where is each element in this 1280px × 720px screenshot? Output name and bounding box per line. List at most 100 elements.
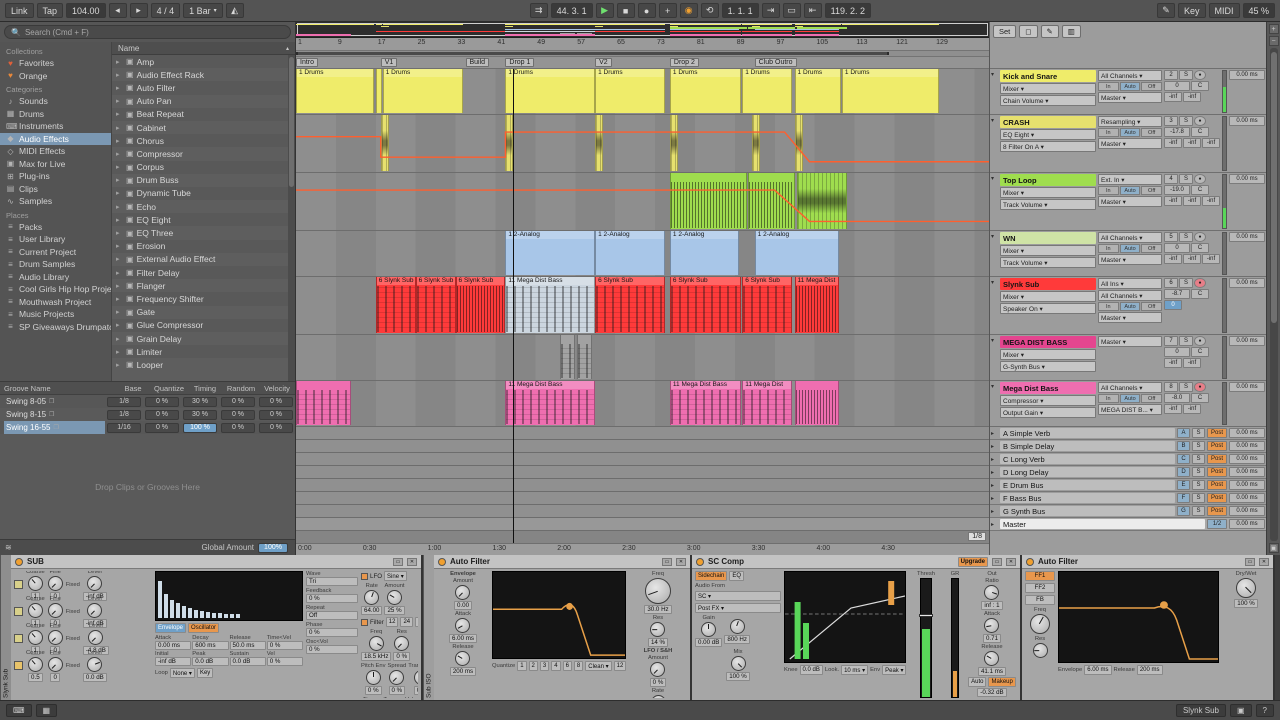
disclosure-icon[interactable]: ▸ bbox=[116, 110, 123, 118]
sidebar-item-audio-library[interactable]: ≡ Audio Library bbox=[0, 271, 111, 284]
knob[interactable] bbox=[47, 602, 63, 618]
clip-crash-4[interactable] bbox=[752, 115, 760, 171]
device-on-toggle[interactable] bbox=[438, 557, 446, 566]
return-delay-field[interactable]: 0.00 ms bbox=[1229, 467, 1265, 477]
disclosure-icon[interactable]: ▸ bbox=[116, 229, 123, 237]
automation-param-chooser[interactable]: Track Volume ▾ bbox=[1000, 257, 1096, 268]
cue-out-chooser[interactable]: 1/2 bbox=[1207, 519, 1227, 529]
lane-b-simple-delay[interactable] bbox=[296, 440, 989, 453]
knob[interactable] bbox=[365, 670, 381, 685]
disclosure-icon[interactable]: ▸ bbox=[116, 282, 123, 290]
return-track-e-drum-bus[interactable]: ▸ E Drum Bus E S Post 0.00 ms bbox=[990, 479, 1266, 492]
automation-device-chooser[interactable]: Mixer ▾ bbox=[1000, 83, 1096, 94]
quantize-2[interactable]: 2 bbox=[528, 661, 538, 671]
tab-sidechain[interactable]: Sidechain bbox=[695, 571, 728, 581]
key-map-button[interactable]: Key bbox=[1177, 3, 1206, 18]
volume-field[interactable]: 0 bbox=[1164, 243, 1190, 253]
lane-mega-dist-bass[interactable]: 11 Mega Dist Bass 11 Mega Dist Bass 11 Meg… bbox=[296, 381, 989, 427]
param-ratio[interactable]: Ratio inf : 1 bbox=[981, 578, 1003, 610]
track-name[interactable]: WN bbox=[1000, 232, 1096, 244]
tab-eq[interactable]: EQ bbox=[729, 571, 745, 581]
midi-map-button[interactable]: MIDI bbox=[1208, 3, 1240, 18]
sidebar-item-plug-ins[interactable]: ⊞ Plug-ins bbox=[0, 170, 111, 183]
browser-scrollbar[interactable] bbox=[288, 55, 295, 381]
disclosure-icon[interactable]: ▸ bbox=[116, 216, 123, 224]
fixed-toggle[interactable]: Fixed bbox=[66, 582, 80, 588]
envelope-chooser[interactable]: Peak ▾ bbox=[882, 665, 906, 675]
disclosure-icon[interactable]: ▸ bbox=[116, 97, 123, 105]
lane-f-bass-bus[interactable] bbox=[296, 492, 989, 505]
send-field[interactable]: -inf bbox=[1164, 254, 1182, 264]
send-field[interactable]: -inf bbox=[1183, 254, 1201, 264]
monitor-off[interactable]: Off bbox=[1141, 244, 1162, 253]
play-button[interactable]: ▶ bbox=[595, 3, 614, 18]
device-on-toggle[interactable] bbox=[1026, 557, 1034, 566]
osc-phase[interactable]: Phase 0 % bbox=[306, 622, 358, 637]
pan-field[interactable]: C bbox=[1191, 393, 1209, 403]
return-letter[interactable]: E bbox=[1177, 480, 1190, 490]
input-chooser[interactable]: All Channels ▾ bbox=[1098, 232, 1162, 243]
volume-field[interactable]: -17.8 bbox=[1164, 127, 1190, 137]
fold-device-icon[interactable]: ▭ bbox=[393, 557, 403, 566]
volume-field[interactable]: 0 bbox=[1164, 81, 1190, 91]
browser-item-beat-repeat[interactable]: ▸ ▣ Beat Repeat bbox=[112, 107, 295, 121]
tempo-field[interactable]: 104.00 bbox=[66, 3, 106, 18]
disclosure-icon[interactable]: ▸ bbox=[116, 189, 123, 197]
pan-field[interactable]: C bbox=[1191, 347, 1209, 357]
locator-v1[interactable]: V1 bbox=[380, 58, 398, 67]
solo-button[interactable]: S bbox=[1179, 232, 1193, 242]
quantize-6[interactable]: 6 bbox=[562, 661, 572, 671]
quantize-1[interactable]: 1 bbox=[517, 661, 527, 671]
disclosure-icon[interactable]: ▸ bbox=[116, 124, 123, 132]
monitor-auto[interactable]: Auto bbox=[1119, 82, 1141, 91]
automation-param-chooser[interactable]: G-Synth Bus ▾ bbox=[1000, 361, 1096, 372]
send-field[interactable]: -inf bbox=[1164, 196, 1182, 206]
output-gain-field[interactable]: -0.32 dB bbox=[977, 688, 1007, 697]
link-button[interactable]: Link bbox=[5, 3, 34, 18]
input-chooser[interactable]: All Channels ▾ bbox=[1098, 382, 1162, 393]
filter-type-fb[interactable]: FB bbox=[1025, 595, 1055, 605]
post-toggle[interactable]: Post bbox=[1207, 428, 1227, 438]
monitor-auto[interactable]: Auto bbox=[1119, 186, 1141, 195]
param-freq[interactable]: Freq 30.0 Hz bbox=[644, 571, 672, 614]
return-name[interactable]: A Simple Verb bbox=[1000, 428, 1175, 438]
groove-random-field[interactable]: 0 % bbox=[221, 396, 255, 407]
groove-quantize-field[interactable]: 0 % bbox=[145, 409, 179, 420]
param-pitch-env[interactable]: Pitch Env 0 % bbox=[361, 663, 386, 695]
browser-item-auto-pan[interactable]: ▸ ▣ Auto Pan bbox=[112, 95, 295, 108]
clip-kick-and-snare-1[interactable] bbox=[375, 69, 383, 113]
output-chooser[interactable]: Master ▾ bbox=[1098, 196, 1162, 207]
fold-icon[interactable]: ▾ bbox=[991, 336, 998, 379]
search-input[interactable]: 🔍 Search (Cmd + F) bbox=[4, 25, 291, 39]
clip-1-drums-5[interactable]: 1 Drums bbox=[669, 69, 742, 113]
track-delay-field[interactable]: 0.00 ms bbox=[1229, 278, 1265, 288]
sidechain-tap-chooser[interactable]: Post FX ▾ bbox=[695, 603, 781, 613]
knob[interactable] bbox=[644, 578, 671, 604]
send-field[interactable]: -inf bbox=[1202, 196, 1220, 206]
post-toggle[interactable]: Post bbox=[1207, 467, 1227, 477]
overdub-button[interactable]: + bbox=[658, 3, 677, 18]
groove-velocity-field[interactable]: 0 % bbox=[259, 409, 293, 420]
browser-item-looper[interactable]: ▸ ▣ Looper bbox=[112, 358, 295, 371]
clip-6-slynk-sub-1[interactable]: 6 Slynk Sub bbox=[415, 277, 456, 333]
osc-toggle[interactable] bbox=[14, 607, 23, 616]
device-on-toggle[interactable] bbox=[15, 557, 23, 566]
sidebar-item-mouthwash-project[interactable]: ≡ Mouthwash Project bbox=[0, 296, 111, 309]
param-freq[interactable]: Freq bbox=[1025, 607, 1055, 634]
automation-param-chooser[interactable]: Speaker On ▾ bbox=[1000, 303, 1096, 314]
monitor-off[interactable]: Off bbox=[1141, 302, 1162, 311]
env-attack-field[interactable]: 6.00 ms bbox=[1084, 665, 1112, 675]
fold-icon[interactable]: ▸ bbox=[991, 429, 998, 437]
lookahead-chooser[interactable]: 10 ms ▾ bbox=[841, 665, 869, 675]
loop-length-field[interactable]: 119. 2. 2 bbox=[824, 3, 872, 18]
output-chooser[interactable]: Master ▾ bbox=[1098, 92, 1162, 103]
groove-pool-icon[interactable]: ≋ bbox=[5, 543, 12, 552]
knob[interactable] bbox=[387, 590, 403, 605]
hot-swap-icon[interactable]: ✕ bbox=[1259, 557, 1269, 566]
track-number[interactable]: 3 bbox=[1164, 116, 1178, 126]
pan-field[interactable]: C bbox=[1191, 243, 1209, 253]
global-amount-field[interactable]: 100% bbox=[258, 542, 288, 553]
locator-club-outro[interactable]: Club Outro bbox=[754, 58, 797, 67]
quantize-3[interactable]: 3 bbox=[539, 661, 550, 671]
param-fine[interactable]: Fine 0 bbox=[47, 650, 63, 682]
